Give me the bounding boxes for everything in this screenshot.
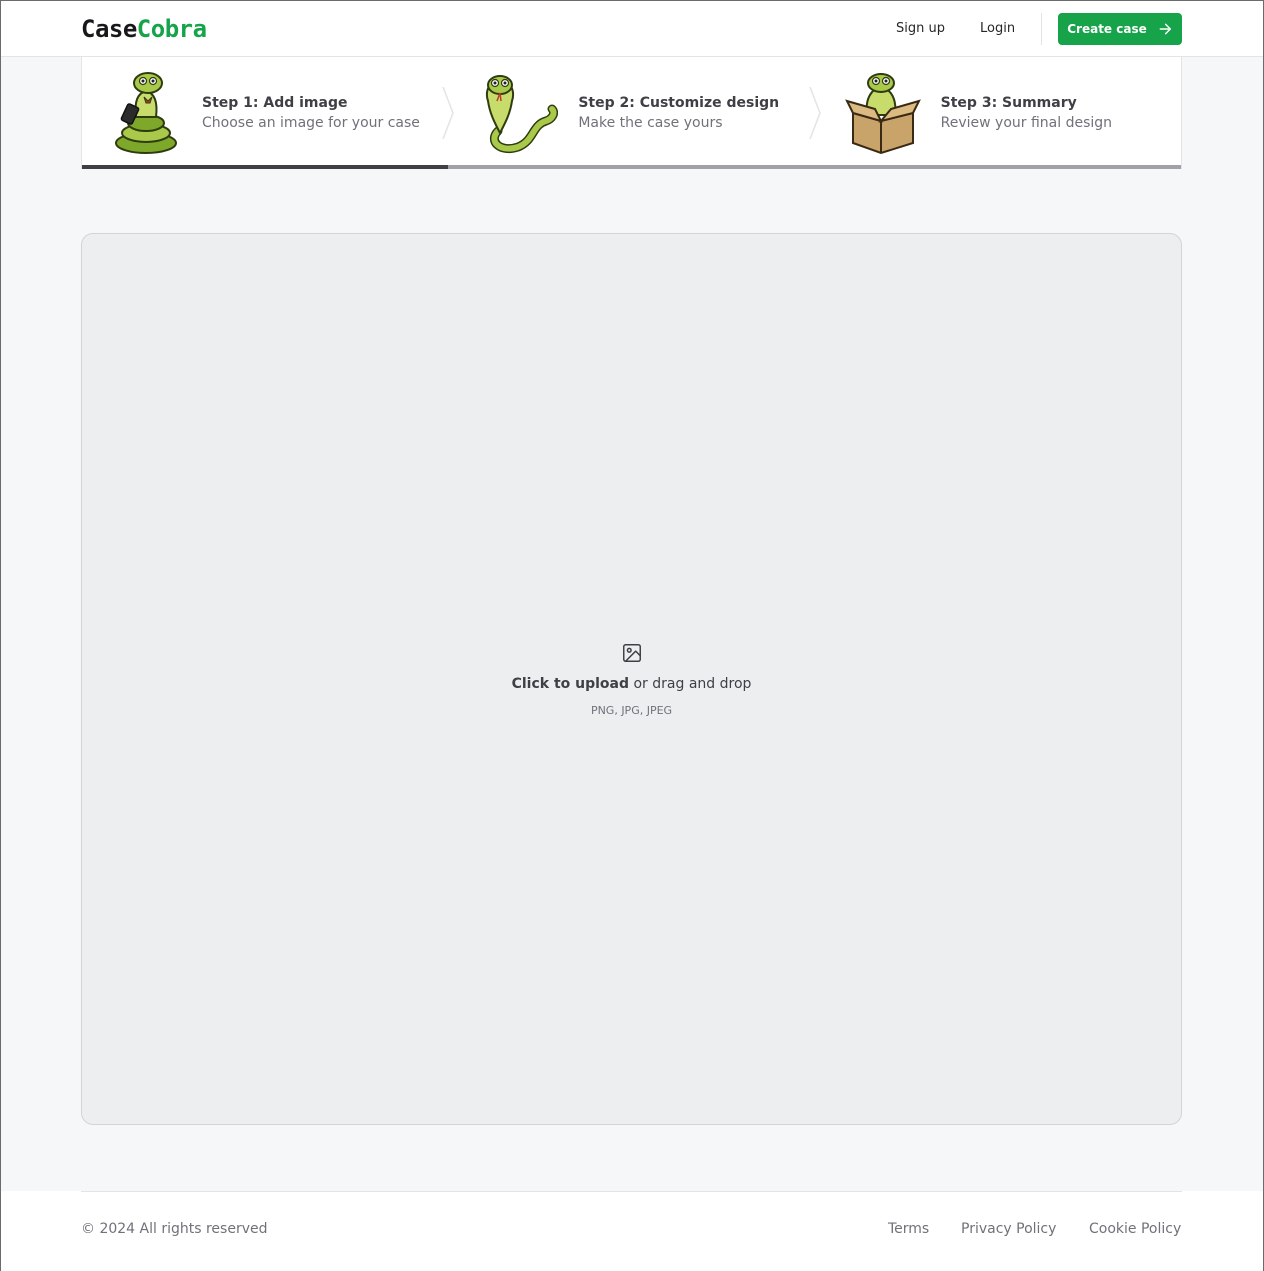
logo[interactable]: CaseCobra	[81, 15, 207, 43]
cookie-policy-link[interactable]: Cookie Policy	[1089, 1221, 1181, 1237]
image-dropzone[interactable]: Click to upload or drag and drop PNG, JP…	[81, 233, 1182, 1125]
create-case-label: Create case	[1067, 22, 1147, 36]
step-description: Review your final design	[940, 115, 1113, 131]
step-progress-bar	[814, 165, 1181, 169]
logo-part-case: Case	[81, 15, 137, 43]
step-chevron	[808, 87, 821, 139]
step-description: Make the case yours	[578, 115, 723, 131]
image-icon	[622, 644, 641, 662]
step-progress-bar	[448, 165, 815, 169]
dropzone-content: Click to upload or drag and drop PNG, JP…	[82, 642, 1181, 717]
step-title: Step 3: Summary	[940, 95, 1077, 111]
navbar: CaseCobra Sign up Login Create case	[1, 1, 1263, 57]
terms-link[interactable]: Terms	[888, 1221, 929, 1237]
drag-drop-label: or drag and drop	[633, 676, 752, 692]
arrow-right-icon	[1159, 23, 1171, 35]
accepted-formats: PNG, JPG, JPEG	[590, 704, 673, 717]
footer: © 2024 All rights reserved Terms Privacy…	[1, 1191, 1263, 1271]
privacy-policy-link[interactable]: Privacy Policy	[961, 1221, 1056, 1237]
footer-divider	[81, 1191, 1182, 1192]
step-customize-design: Step 2: Customize design Make the case y…	[448, 57, 821, 169]
create-case-button[interactable]: Create case	[1058, 13, 1182, 45]
step-chevron	[442, 87, 455, 139]
snake-with-phone-icon	[115, 72, 177, 154]
steps-progress: Step 1: Add image Choose an image for yo…	[81, 57, 1182, 169]
copyright: © 2024 All rights reserved	[81, 1221, 268, 1237]
step-description: Choose an image for your case	[202, 115, 420, 131]
step-progress-bar	[82, 165, 449, 169]
upload-instructions: Click to upload or drag and drop	[82, 676, 1181, 692]
step-summary: Step 3: Summary Review your final design	[814, 57, 1181, 169]
nav-divider	[1041, 13, 1042, 45]
click-to-upload-label[interactable]: Click to upload	[512, 676, 629, 692]
login-link[interactable]: Login	[980, 21, 1015, 36]
logo-part-cobra: Cobra	[136, 15, 207, 43]
snake-in-box-icon	[844, 73, 921, 155]
snake-icon	[486, 75, 559, 153]
signup-link[interactable]: Sign up	[896, 21, 945, 36]
step-title: Step 2: Customize design	[578, 95, 780, 111]
step-title: Step 1: Add image	[202, 95, 348, 111]
step-add-image: Step 1: Add image Choose an image for yo…	[82, 57, 455, 169]
